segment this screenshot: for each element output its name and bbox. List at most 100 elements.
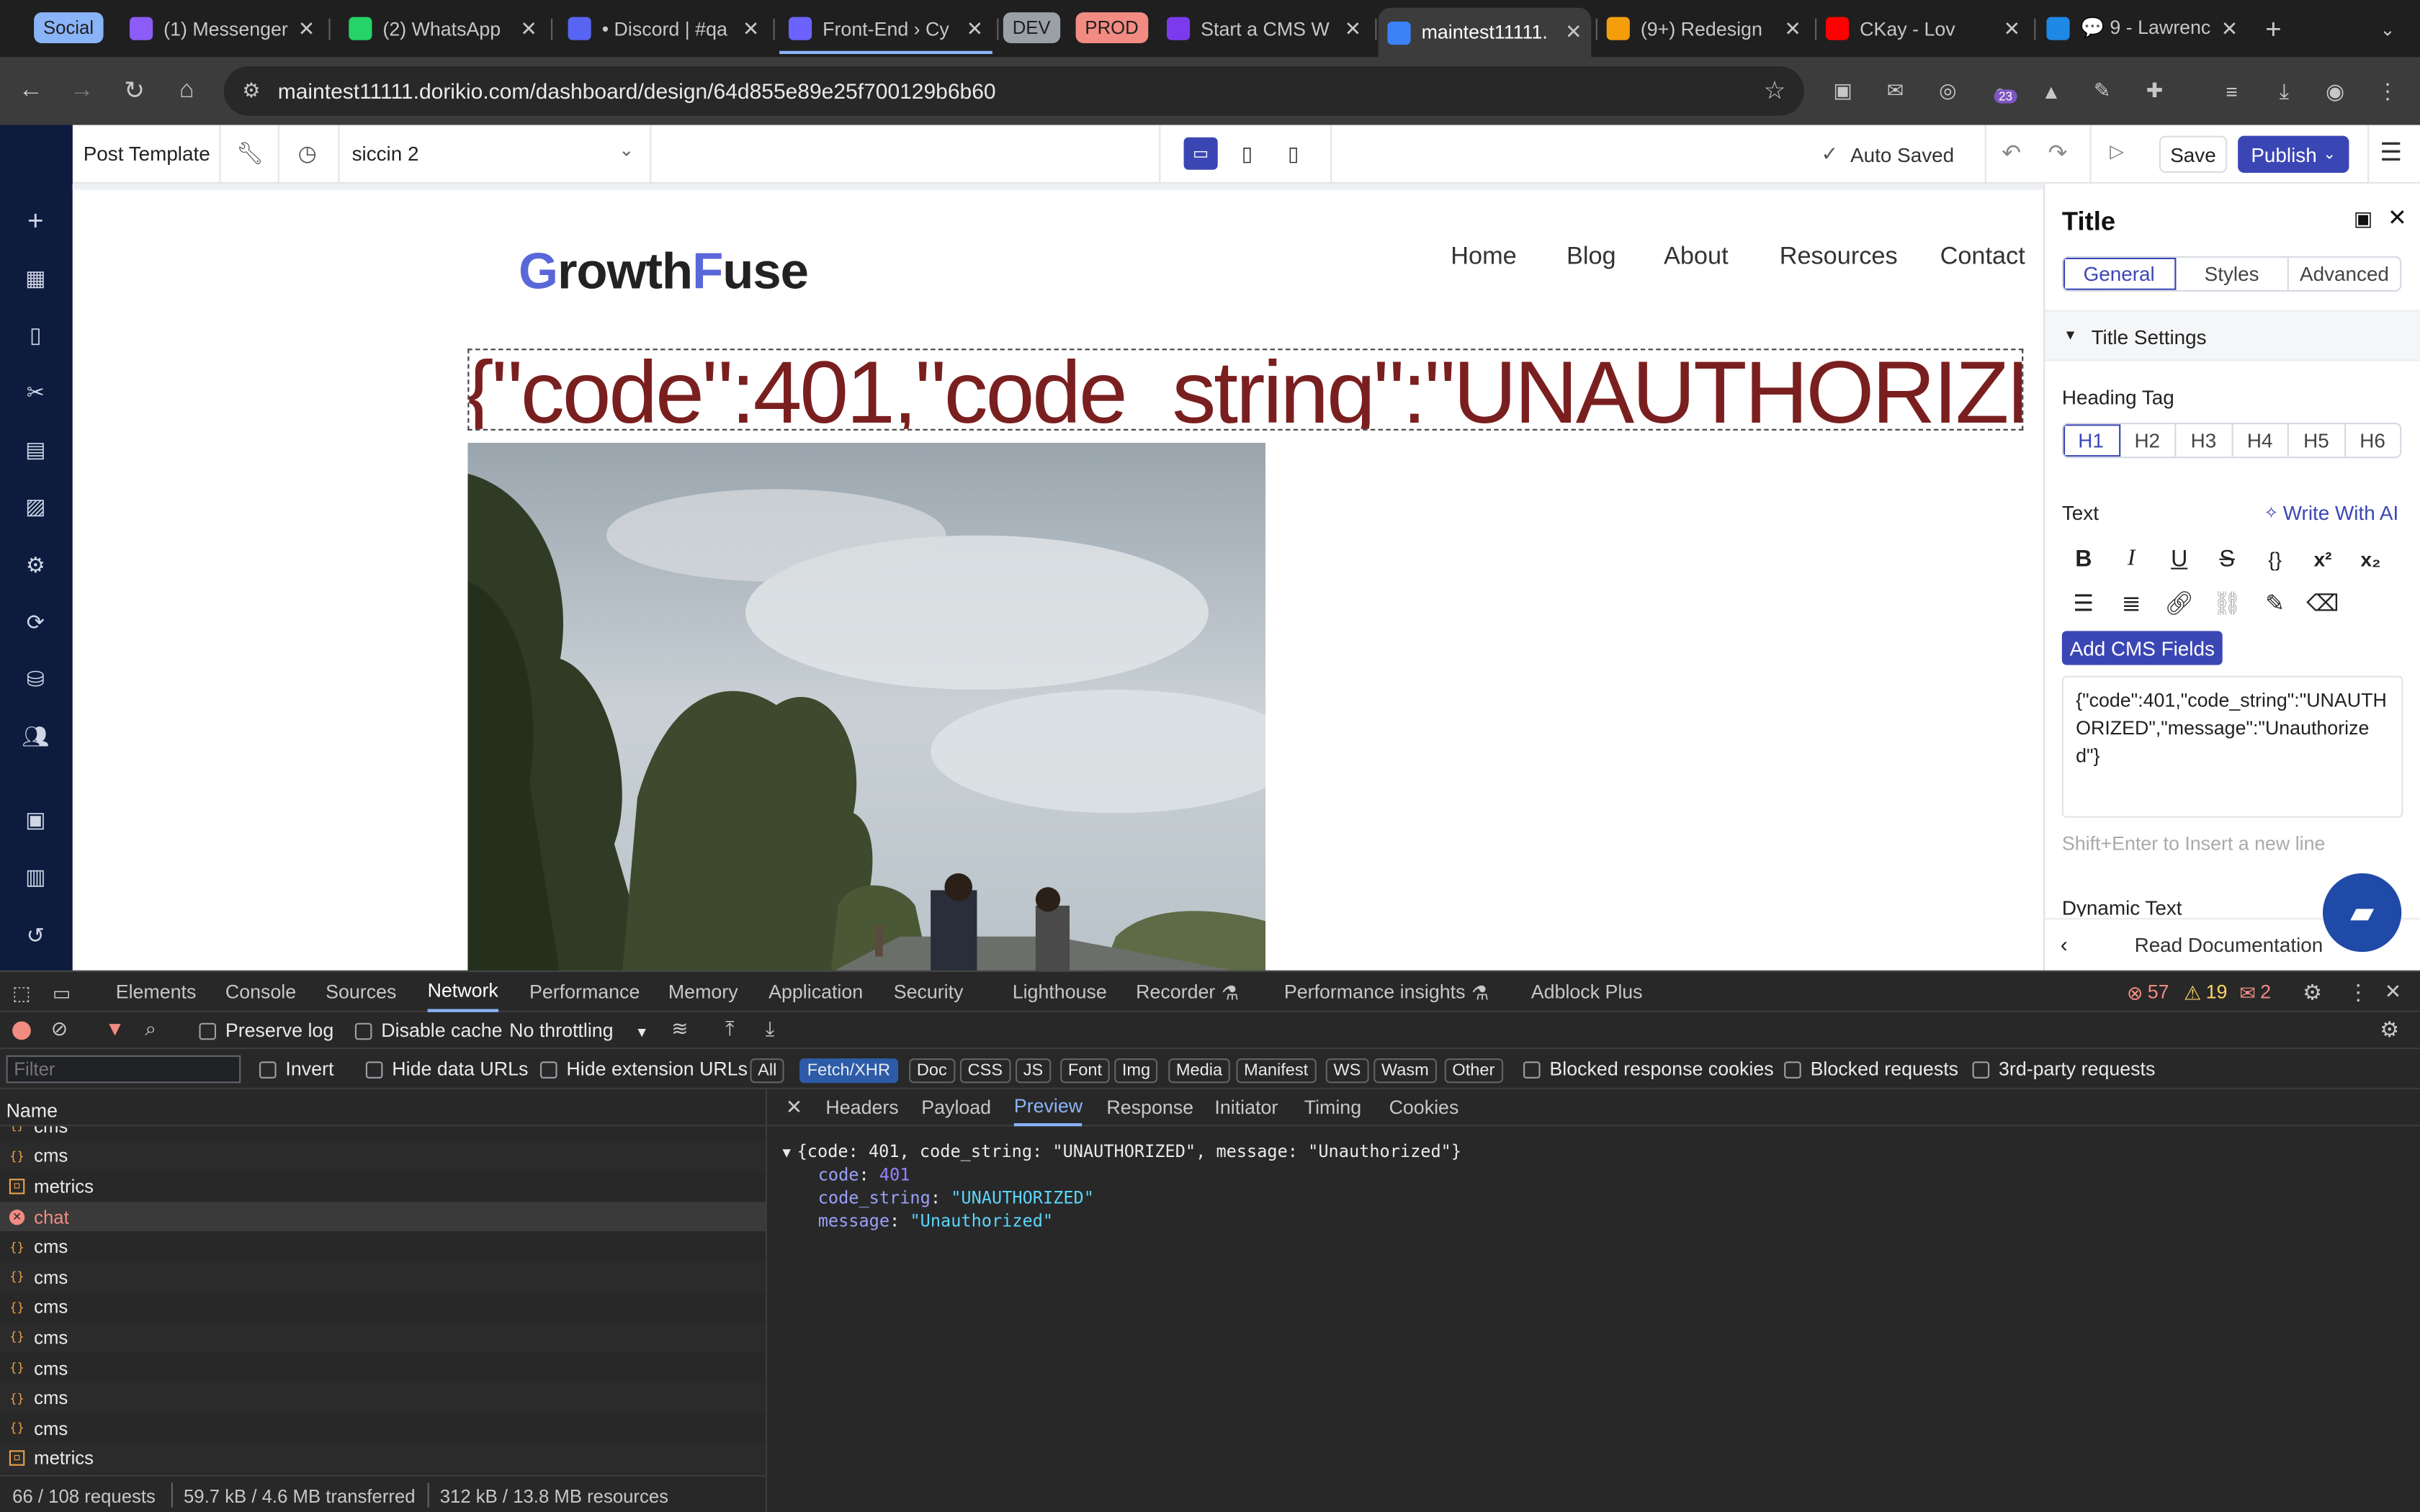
error-count[interactable]: ⊗ 57 bbox=[2127, 972, 2169, 1012]
address-bar[interactable]: ⚙ maintest11111.dorikio.com/dashboard/de… bbox=[223, 66, 1804, 116]
add-element-icon[interactable]: + bbox=[19, 204, 53, 238]
site-info-icon[interactable]: ⚙ bbox=[242, 78, 260, 103]
type-filter-button[interactable]: WS bbox=[1325, 1058, 1369, 1084]
browser-tab[interactable]: CKay - Lov ✕ bbox=[1816, 8, 2030, 50]
forward-icon[interactable]: → bbox=[65, 74, 99, 108]
device-toolbar-icon[interactable]: ▭ bbox=[53, 972, 71, 1012]
template-name[interactable]: Post Template bbox=[84, 142, 210, 165]
tab-group-prod[interactable]: PROD bbox=[1075, 12, 1148, 43]
detail-tab[interactable]: Headers bbox=[825, 1089, 898, 1126]
browser-tab[interactable]: (2) WhatsApp ✕ bbox=[339, 8, 546, 50]
invert-checkbox[interactable]: Invert bbox=[259, 1058, 333, 1080]
close-icon[interactable]: ✕ bbox=[2388, 204, 2407, 231]
add-cms-fields-button[interactable]: Add CMS Fields bbox=[2061, 631, 2223, 665]
issues-count[interactable]: ✉ 2 bbox=[2239, 972, 2271, 1012]
tablet-view-icon[interactable]: ▯ bbox=[1232, 138, 1263, 170]
history-icon[interactable]: ◷ bbox=[298, 140, 317, 166]
undo-icon[interactable]: ↶ bbox=[2002, 139, 2021, 166]
throttling-select[interactable]: No throttling ▼ bbox=[509, 1020, 649, 1041]
title-text-input[interactable]: {"code":401,"code_string":"UNAUTHORIZED"… bbox=[2061, 675, 2403, 818]
request-row[interactable]: {} cms bbox=[0, 1292, 766, 1323]
strikethrough-icon[interactable]: S bbox=[2208, 540, 2245, 577]
request-row[interactable]: {} cms bbox=[0, 1413, 766, 1444]
request-row[interactable]: {} cms bbox=[0, 1126, 766, 1141]
media-icon[interactable]: ▨ bbox=[19, 489, 53, 523]
close-tab-icon[interactable]: ✕ bbox=[2004, 17, 2020, 41]
new-tab-icon[interactable]: + bbox=[2257, 12, 2290, 46]
devtools-tab[interactable]: Recorder ⚗ bbox=[1136, 972, 1239, 1012]
type-filter-button[interactable]: Fetch/XHR bbox=[799, 1058, 898, 1084]
close-tab-icon[interactable]: ✕ bbox=[2221, 17, 2238, 41]
request-row[interactable]: {} cms bbox=[0, 1353, 766, 1383]
bullet-list-icon[interactable]: ☰ bbox=[2065, 585, 2102, 621]
disable-cache-checkbox[interactable]: Disable cache bbox=[354, 1020, 503, 1041]
unlink-icon[interactable]: ⛓ bbox=[2208, 585, 2245, 621]
record-stop-icon[interactable] bbox=[12, 1021, 31, 1040]
type-filter-button[interactable]: Media bbox=[1168, 1058, 1230, 1084]
browser-tab[interactable]: Front-End › Cy ✕ bbox=[779, 8, 992, 50]
preview-tree[interactable]: ▼ {code: 401, code_string: "UNAUTHORIZED"… bbox=[782, 1142, 1461, 1162]
close-tab-icon[interactable]: ✕ bbox=[967, 17, 983, 41]
mobile-view-icon[interactable]: ▯ bbox=[1278, 138, 1309, 170]
detail-tab[interactable]: Timing bbox=[1304, 1089, 1361, 1126]
italic-icon[interactable]: I bbox=[2113, 540, 2150, 577]
detail-tab[interactable]: Payload bbox=[921, 1089, 991, 1126]
link-icon[interactable]: 🔗︎ bbox=[2161, 585, 2197, 621]
wrench-icon[interactable]: 🔧︎ bbox=[236, 140, 264, 166]
type-filter-button[interactable]: Other bbox=[1444, 1058, 1503, 1084]
profile-avatar-icon[interactable]: ◉ bbox=[2318, 74, 2352, 108]
reading-list-icon[interactable]: ≡ bbox=[2215, 74, 2249, 108]
heading-tag-h5[interactable]: H5 bbox=[2289, 424, 2346, 457]
tab-search-icon[interactable]: ⌄ bbox=[2370, 12, 2404, 46]
save-button[interactable]: Save bbox=[2159, 135, 2228, 173]
desktop-view-icon[interactable]: ▭ bbox=[1183, 137, 1218, 170]
close-tab-icon[interactable]: ✕ bbox=[1565, 20, 1582, 45]
devtools-settings-icon[interactable]: ⚙ bbox=[2303, 972, 2322, 1012]
subscript-icon[interactable]: x₂ bbox=[2352, 540, 2389, 577]
design-tools-icon[interactable]: ✂ bbox=[19, 375, 53, 409]
post-title-element[interactable]: {"code":401,"code_string":"UNAUTHORIZED"… bbox=[467, 348, 2024, 431]
heading-tag-h4[interactable]: H4 bbox=[2233, 424, 2289, 457]
devtools-close-icon[interactable]: ✕ bbox=[2385, 972, 2401, 1012]
detail-tab[interactable]: Initiator bbox=[1214, 1089, 1278, 1126]
revision-history-icon[interactable]: ↺ bbox=[19, 918, 53, 952]
detail-tab[interactable]: Preview bbox=[1013, 1089, 1083, 1127]
request-row[interactable]: ▫ metrics bbox=[0, 1443, 766, 1474]
heading-tag-h3[interactable]: H3 bbox=[2176, 424, 2233, 457]
forms-icon[interactable]: ▣ bbox=[19, 802, 53, 836]
browser-menu-icon[interactable]: ⋮ bbox=[2370, 74, 2404, 108]
tab-group-dev[interactable]: DEV bbox=[1003, 12, 1060, 43]
import-har-icon[interactable]: ⤒ bbox=[725, 1017, 734, 1041]
request-row[interactable]: {} cms bbox=[0, 1322, 766, 1353]
network-conditions-icon[interactable]: ≋ bbox=[671, 1017, 688, 1041]
filter-funnel-icon[interactable]: ▼ bbox=[105, 1017, 125, 1040]
redo-icon[interactable]: ↷ bbox=[2048, 139, 2068, 166]
site-nav-blog[interactable]: Blog bbox=[1567, 244, 1616, 272]
hamburger-menu-icon[interactable]: ☰ bbox=[2380, 138, 2402, 168]
page-select[interactable]: siccin 2 ⌄ bbox=[338, 125, 652, 184]
pages-icon[interactable]: ▯ bbox=[19, 318, 53, 351]
code-braces-icon[interactable]: {} bbox=[2257, 540, 2293, 577]
docs-icon[interactable]: ▥ bbox=[19, 860, 53, 894]
devtools-tab[interactable]: Security bbox=[894, 972, 964, 1012]
tab-group-social[interactable]: Social bbox=[34, 12, 103, 43]
devtools-tab[interactable]: Sources bbox=[326, 972, 396, 1012]
type-filter-button[interactable]: All bbox=[750, 1058, 785, 1084]
reload-icon[interactable]: ↻ bbox=[117, 74, 151, 108]
chevron-left-icon[interactable]: ‹ bbox=[2061, 932, 2068, 956]
chat-support-icon[interactable]: ▰ bbox=[2323, 873, 2402, 953]
browser-tab[interactable]: • Discord | #qa ✕ bbox=[559, 8, 768, 50]
third-party-requests-checkbox[interactable]: 3rd-party requests bbox=[1972, 1058, 2155, 1080]
close-tab-icon[interactable]: ✕ bbox=[1784, 17, 1801, 41]
tab-general[interactable]: General bbox=[2063, 257, 2177, 290]
detail-tab[interactable]: Response bbox=[1106, 1089, 1193, 1126]
browser-tab[interactable]: 💬 9 - Lawrenc ✕ bbox=[2038, 8, 2247, 50]
clear-format-eraser-icon[interactable]: ⌫ bbox=[2304, 585, 2341, 621]
mail-extension-icon[interactable]: ✉ bbox=[1878, 74, 1912, 108]
heading-tag-h1[interactable]: H1 bbox=[2063, 424, 2120, 457]
devtools-tab[interactable]: Console bbox=[225, 972, 296, 1012]
type-filter-button[interactable]: Img bbox=[1114, 1058, 1158, 1084]
devtools-tab[interactable]: Lighthouse bbox=[1013, 972, 1107, 1012]
pip-icon[interactable]: ▣ bbox=[1826, 74, 1860, 108]
settings-gear-icon[interactable]: ⚙ bbox=[19, 548, 53, 582]
